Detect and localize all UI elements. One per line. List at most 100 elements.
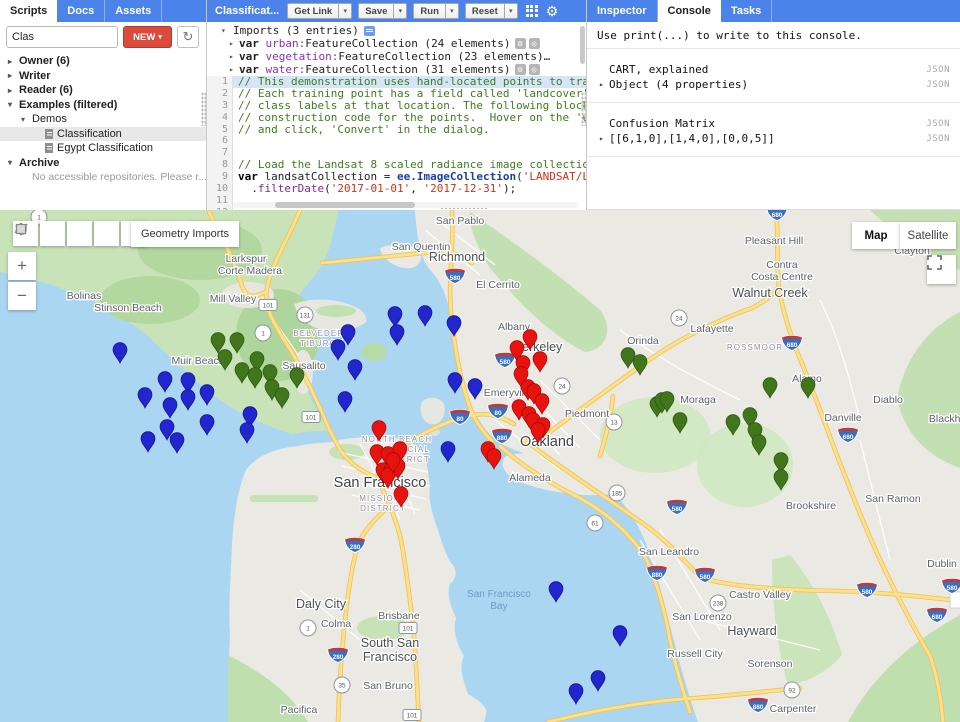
line-tool-button[interactable] (67, 221, 92, 246)
line-number: 7 (207, 147, 233, 159)
line-number: 4 (207, 112, 233, 124)
import-row-urban[interactable]: ▸var urban: FeatureCollection (24 elemen… (207, 37, 586, 50)
code-line-9[interactable]: 9var landsatCollection = ee.ImageCollect… (207, 171, 586, 183)
geometry-imports-button[interactable]: Geometry Imports (131, 221, 239, 247)
tab-tasks[interactable]: Tasks (721, 0, 772, 22)
line-number: 9 (207, 171, 233, 183)
imports-doc-icon[interactable] (364, 26, 375, 36)
code-area[interactable]: 1// This demonstration uses hand-located… (207, 76, 586, 210)
svg-text:580: 580 (500, 359, 511, 366)
map-area-label: ROSSMOOR (727, 343, 783, 352)
tree-caret-icon[interactable]: ▸ (8, 57, 19, 66)
tree-item-reader-6-[interactable]: ▸Reader (6) (0, 83, 206, 98)
code-line-3[interactable]: 3// class labels at that location. The f… (207, 100, 586, 112)
reset-button[interactable]: Reset (465, 3, 505, 19)
refresh-button[interactable]: ↻ (177, 26, 199, 48)
code-line-1[interactable]: 1// This demonstration uses hand-located… (207, 76, 586, 88)
svg-text:880: 880 (753, 704, 764, 711)
map-water-label: Bay (490, 601, 507, 612)
zoom-in-button[interactable]: + (8, 252, 36, 280)
map-label-pacifica: Pacifica (281, 704, 318, 716)
map-label-hayward: Hayward (727, 624, 776, 638)
tree-caret-icon[interactable]: ▾ (8, 158, 19, 167)
zoom-out-button[interactable]: − (8, 282, 36, 310)
expand-caret-icon[interactable]: ▸ (229, 39, 239, 48)
code-line-5[interactable]: 5// and click, 'Convert' in the dialog. (207, 124, 586, 136)
tree-item-no-accessible-repositori[interactable]: No accessible repositories. Please r... (0, 170, 206, 185)
panel-resize-handle[interactable] (581, 92, 586, 126)
zoom-to-layer-icon[interactable]: ◎ (529, 38, 540, 49)
json-tag[interactable]: JSON (926, 80, 950, 90)
map-label-stinson-beach: Stinson Beach (94, 302, 162, 314)
expand-caret-icon[interactable]: ▸ (229, 52, 239, 61)
new-script-button[interactable]: NEW ▾ (123, 26, 172, 48)
tab-inspector[interactable]: Inspector (587, 0, 658, 22)
line-number: 8 (207, 159, 233, 171)
tab-scripts[interactable]: Scripts (0, 0, 57, 22)
code-line-2[interactable]: 2// Each training point has a field call… (207, 88, 586, 100)
tree-item-label: Egypt Classification (57, 142, 153, 154)
route-shield-24: 24 (671, 310, 687, 326)
tab-console[interactable]: Console (658, 0, 721, 22)
tree-item-egypt-classification[interactable]: Egypt Classification (0, 141, 206, 156)
json-tag[interactable]: JSON (926, 119, 950, 129)
tree-caret-icon[interactable]: ▸ (8, 71, 19, 80)
scrollbar-thumb[interactable] (275, 202, 415, 208)
map-label-francisco: Francisco (363, 650, 417, 664)
apps-grid-icon[interactable] (526, 5, 539, 18)
get-link-dropdown-button[interactable]: ▾ (339, 3, 352, 19)
tree-item-examples-filtered-[interactable]: ▾Examples (filtered) (0, 98, 206, 113)
tree-item-archive[interactable]: ▾Archive (0, 156, 206, 171)
map-label-oakland: Oakland (520, 434, 574, 450)
script-filter-input[interactable] (6, 26, 118, 48)
layer-settings-icon[interactable]: ⚙ (515, 38, 526, 49)
tree-item-label: Demos (32, 113, 67, 125)
editor-tab-label[interactable]: Classificat... (215, 5, 279, 17)
import-row-water[interactable]: ▸var water: FeatureCollection (31 elemen… (207, 63, 586, 76)
tree-caret-icon[interactable]: ▾ (8, 100, 19, 109)
tree-item-owner-6-[interactable]: ▸Owner (6) (0, 54, 206, 69)
layer-settings-icon[interactable]: ⚙ (515, 64, 526, 75)
vertical-scrollbar[interactable] (580, 26, 585, 64)
map-type-button[interactable]: Map (852, 222, 900, 249)
get-link-button[interactable]: Get Link (287, 3, 339, 19)
code-line-10[interactable]: 10 .filterDate('2017-01-01', '2017-12-31… (207, 183, 586, 195)
tree-caret-icon[interactable]: ▾ (21, 115, 32, 124)
svg-text:101: 101 (306, 415, 317, 422)
code-line-6[interactable]: 6 (207, 135, 586, 147)
svg-text:101: 101 (407, 713, 418, 720)
expand-caret-icon[interactable]: ▸ (599, 134, 609, 143)
imports-header[interactable]: ▾ Imports (3 entries) (207, 24, 586, 37)
save-dropdown-button[interactable]: ▾ (394, 3, 407, 19)
tab-docs[interactable]: Docs (57, 0, 105, 22)
save-button[interactable]: Save (358, 3, 394, 19)
code-line-4[interactable]: 4// construction code for the points. Ho… (207, 112, 586, 124)
tree-item-classification[interactable]: Classification (0, 127, 206, 142)
tree-caret-icon[interactable]: ▸ (8, 86, 19, 95)
code-line-7[interactable]: 7 (207, 147, 586, 159)
code-line-8[interactable]: 8// Load the Landsat 8 scaled radiance i… (207, 159, 586, 171)
tab-assets[interactable]: Assets (105, 0, 162, 22)
zoom-to-layer-icon[interactable]: ◎ (529, 64, 540, 75)
expand-caret-icon[interactable]: ▸ (599, 80, 609, 89)
gear-icon[interactable]: ⚙ (546, 4, 559, 18)
tree-item-demos[interactable]: ▾Demos (0, 112, 206, 127)
expand-caret-icon[interactable]: ▸ (229, 65, 239, 74)
json-tag[interactable]: JSON (926, 134, 950, 144)
satellite-type-button[interactable]: Satellite (900, 222, 956, 249)
reset-dropdown-button[interactable]: ▾ (505, 3, 518, 19)
map-label-larkspur: Larkspur (226, 253, 267, 265)
imports-section: ▾ Imports (3 entries) ▸var urban: Featur… (207, 22, 586, 77)
tree-item-writer[interactable]: ▸Writer (0, 69, 206, 84)
fullscreen-button[interactable] (927, 255, 956, 284)
import-row-vegetation[interactable]: ▸var vegetation: FeatureCollection (23 e… (207, 50, 586, 63)
horizontal-scrollbar[interactable] (233, 202, 578, 208)
polygon-tool-button[interactable] (94, 221, 119, 246)
tree-item-label: Owner (6) (19, 55, 70, 67)
panel-resize-handle[interactable] (201, 92, 206, 126)
json-tag[interactable]: JSON (926, 65, 950, 75)
run-button[interactable]: Run (413, 3, 445, 19)
run-dropdown-button[interactable]: ▾ (446, 3, 459, 19)
map-canvas[interactable]: 5805808080880880880580580580580680680680… (0, 210, 960, 722)
point-tool-button[interactable] (40, 221, 65, 246)
